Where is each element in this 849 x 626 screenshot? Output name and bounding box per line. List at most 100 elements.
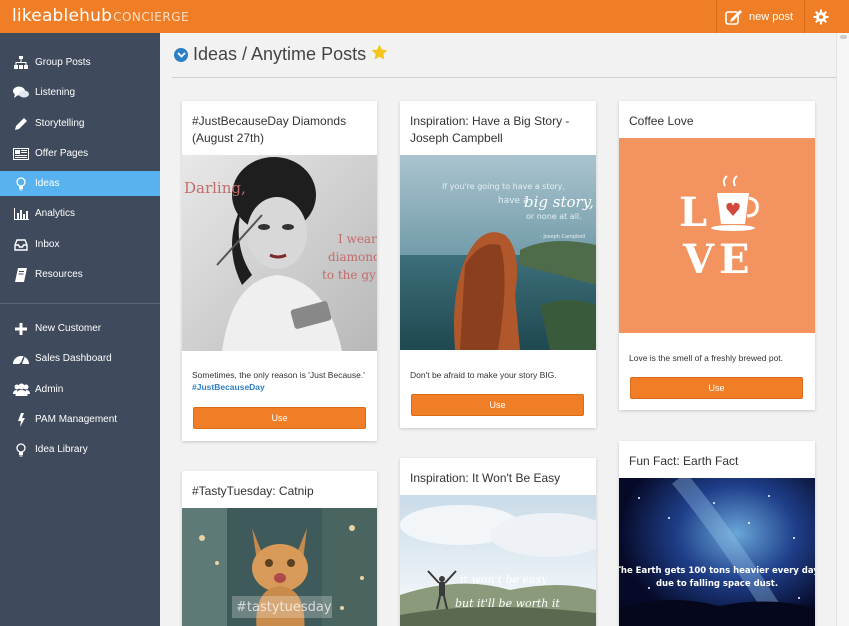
image-text: it won't be easy [460, 573, 548, 586]
card-image: If you're going to have a story, have a … [400, 155, 596, 350]
logo-main-text: likeablehub [12, 6, 113, 26]
image-text: to the gy [322, 268, 376, 282]
dashboard-icon [12, 352, 30, 366]
card-image: Darling, I wear diamond to the gy [182, 155, 377, 351]
inbox-icon [12, 238, 30, 252]
image-text: or none at all. [526, 212, 582, 221]
sidebar-divider [0, 303, 160, 304]
sidebar-item-label: Listening [35, 87, 76, 98]
card-description: Sometimes, the only reason is 'Just Beca… [192, 369, 370, 393]
sidebar-item-label: Idea Library [35, 444, 88, 455]
book-icon [12, 267, 30, 282]
image-text: #tastytuesday [236, 600, 332, 615]
bar-chart-icon [12, 207, 30, 221]
sidebar-item-label: Ideas [35, 178, 60, 189]
card-image: The Earth gets 100 tons heavier every da… [619, 478, 815, 626]
idea-card: #JustBecauseDay Diamonds (August 27th) D… [182, 101, 377, 441]
sidebar-item-new-customer[interactable]: New Customer [0, 316, 160, 341]
idea-card: #TastyTuesday: Catnip #tastytuesday [182, 471, 377, 626]
image-text: due to falling space dust. [656, 579, 778, 589]
sidebar-item-offer-pages[interactable]: Offer Pages [0, 141, 160, 166]
sidebar-item-label: Analytics [35, 208, 76, 219]
image-text: diamond [328, 250, 377, 264]
idea-card: Coffee Love L V E Love is the smell of a… [619, 101, 815, 410]
edit-icon [725, 9, 742, 25]
sidebar-item-label: Offer Pages [35, 148, 89, 159]
card-image: L V E [619, 138, 815, 333]
sidebar-item-ideas[interactable]: Ideas [0, 171, 160, 196]
image-text: V [682, 236, 715, 283]
image-text: Darling, [184, 179, 246, 197]
sidebar-item-label: Inbox [35, 239, 60, 250]
card-title: Inspiration: It Won't Be Easy [410, 471, 561, 485]
sidebar-item-analytics[interactable]: Analytics [0, 201, 160, 226]
image-text: big story, [524, 193, 594, 211]
scrollbar[interactable] [836, 33, 849, 626]
gear-icon [813, 9, 828, 24]
sidebar-item-label: New Customer [35, 323, 102, 334]
new-post-button[interactable]: new post [716, 0, 804, 33]
top-bar: likeablehubCONCIERGE new post [0, 0, 849, 33]
use-button[interactable]: Use [630, 377, 803, 399]
page-title: Ideas / Anytime Posts [174, 44, 388, 65]
card-title: Inspiration: Have a Big Story - Joseph C… [410, 114, 570, 145]
sidebar-item-listening[interactable]: Listening [0, 80, 160, 105]
card-description: Don't be afraid to make your story BIG. [410, 370, 557, 380]
title-divider [172, 77, 836, 78]
image-text: but it'll be worth it [455, 597, 560, 610]
card-title: Fun Fact: Earth Fact [629, 454, 739, 468]
lightbulb-icon [12, 176, 30, 191]
sidebar-item-idea-library[interactable]: Idea Library [0, 437, 160, 462]
bolt-icon [12, 412, 30, 427]
card-text: Sometimes, the only reason is 'Just Beca… [192, 370, 365, 380]
lightbulb-icon [12, 442, 30, 457]
sidebar-item-label: PAM Management [35, 414, 118, 425]
settings-button[interactable] [804, 0, 836, 33]
image-text: If you're going to have a story, [442, 182, 565, 191]
users-icon [12, 383, 30, 397]
sidebar-item-label: Storytelling [35, 118, 85, 129]
card-image: it won't be easy but it'll be worth it [400, 495, 596, 626]
image-text: - Joseph Campbell [540, 234, 585, 240]
sidebar-item-admin[interactable]: Admin [0, 377, 160, 402]
image-text: I wear [338, 232, 377, 246]
new-post-label: new post [749, 10, 794, 23]
top-corner [836, 0, 849, 33]
image-text: E [719, 236, 750, 283]
plus-icon [12, 322, 30, 336]
card-title: #JustBecauseDay Diamonds (August 27th) [192, 114, 347, 145]
idea-card: Fun Fact: Earth Fact The Earth gets 100 … [619, 441, 815, 626]
sitemap-icon [12, 56, 30, 70]
sidebar-item-label: Resources [35, 269, 83, 280]
use-button[interactable]: Use [193, 407, 366, 429]
sidebar-item-label: Admin [35, 384, 64, 395]
card-title: Coffee Love [629, 114, 694, 128]
idea-card: Inspiration: It Won't Be Easy it won't b… [400, 458, 596, 626]
sidebar-item-resources[interactable]: Resources [0, 262, 160, 287]
star-icon[interactable] [371, 44, 388, 65]
card-image: #tastytuesday [182, 508, 377, 626]
pencil-icon [12, 117, 30, 131]
card-title: #TastyTuesday: Catnip [192, 484, 314, 498]
image-text: The Earth gets 100 tons heavier every da… [619, 566, 815, 576]
sidebar-item-sales-dashboard[interactable]: Sales Dashboard [0, 346, 160, 371]
chevron-down-icon[interactable] [174, 47, 188, 62]
idea-card: Inspiration: Have a Big Story - Joseph C… [400, 101, 596, 428]
app-logo[interactable]: likeablehubCONCIERGE [12, 6, 189, 26]
scrollbar-thumb[interactable] [840, 35, 847, 39]
chat-bubbles-icon [12, 86, 30, 100]
newspaper-icon [12, 147, 30, 161]
sidebar-item-storytelling[interactable]: Storytelling [0, 111, 160, 136]
use-button[interactable]: Use [411, 394, 584, 416]
card-description: Love is the smell of a freshly brewed po… [629, 353, 784, 363]
sidebar: Group Posts Listening Storytelling Offer… [0, 33, 160, 626]
page-title-text: Ideas / Anytime Posts [193, 44, 367, 64]
sidebar-item-group-posts[interactable]: Group Posts [0, 50, 160, 75]
sidebar-item-inbox[interactable]: Inbox [0, 232, 160, 257]
hashtag-link[interactable]: #JustBecauseDay [192, 381, 370, 393]
sidebar-item-label: Group Posts [35, 57, 91, 68]
image-text: L [679, 189, 707, 236]
logo-sub-text: CONCIERGE [113, 10, 190, 24]
sidebar-item-pam-management[interactable]: PAM Management [0, 407, 160, 432]
sidebar-item-label: Sales Dashboard [35, 353, 112, 364]
